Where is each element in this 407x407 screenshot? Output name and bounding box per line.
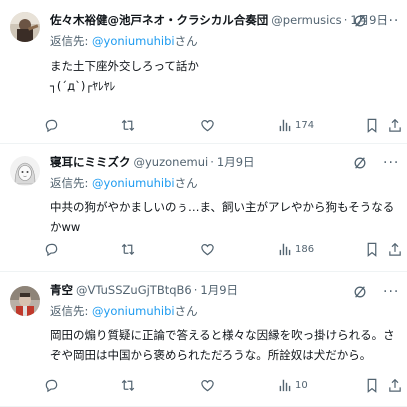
retweet-button[interactable] [120, 376, 136, 394]
action-bar: 186 [40, 240, 401, 258]
views-button[interactable]: 186 [278, 240, 314, 258]
reply-prefix: 返信先: [50, 34, 93, 48]
reply-prefix: 返信先: [50, 304, 93, 318]
retweet-icon [121, 379, 135, 391]
share-button[interactable] [388, 376, 402, 394]
avatar-image [10, 156, 40, 186]
tweet-3[interactable]: 青空 @VTuSSZuGjTBtqB6 · 1月9日 返信先: @yoniumu… [0, 272, 407, 407]
views-count: 10 [295, 379, 308, 391]
retweet-button[interactable] [120, 116, 136, 134]
more-icon[interactable]: ··· [383, 156, 399, 170]
avatar[interactable] [10, 156, 40, 186]
avatar[interactable] [10, 12, 40, 42]
reply-button[interactable] [44, 116, 59, 134]
avatar-image [10, 12, 40, 42]
user-handle[interactable]: @yuzonemui [134, 155, 209, 169]
retweet-icon [121, 119, 135, 131]
reply-mention[interactable]: @yoniumuhibi [92, 34, 175, 48]
reply-to: 返信先: @yoniumuhibiさん [50, 303, 397, 320]
views-button[interactable]: 10 [278, 376, 308, 394]
views-count: 174 [295, 119, 315, 131]
display-name[interactable]: 青空 [50, 282, 73, 298]
separator: · [343, 13, 348, 27]
bookmark-button[interactable] [366, 116, 378, 134]
tweet-header: 青空 @VTuSSZuGjTBtqB6 · 1月9日 [50, 280, 397, 300]
reply-suffix: さん [174, 304, 198, 318]
reply-suffix: さん [174, 34, 198, 48]
reply-to: 返信先: @yoniumuhibiさん [50, 33, 397, 50]
reply-button[interactable] [44, 376, 59, 394]
share-icon [389, 118, 401, 132]
reply-mention[interactable]: @yoniumuhibi [92, 304, 175, 318]
user-handle[interactable]: @VTuSSZuGjTBtqB6 [76, 283, 192, 297]
grok-icon[interactable] [353, 14, 367, 28]
bookmark-button[interactable] [366, 240, 378, 258]
tweet-date[interactable]: 1月9日 [200, 282, 238, 298]
tweet-2[interactable]: 寝耳にミミズク @yuzonemui · 1月9日 返信先: @yoniumuh… [0, 144, 407, 272]
reply-icon [45, 243, 58, 256]
retweet-button[interactable] [120, 240, 136, 258]
tweet-date[interactable]: 1月9日 [217, 154, 255, 170]
like-button[interactable] [200, 116, 215, 134]
like-button[interactable] [200, 376, 215, 394]
tweet-header: 佐々木裕健@池戸ネオ・クラシカル合奏団 @permusics · 1月9日 [50, 10, 397, 30]
tweet-text: 中共の狗がやかましいのぅ…ま、飼い主がアレやから狗もそうなるかww [50, 200, 395, 234]
display-name[interactable]: 佐々木裕健@池戸ネオ・クラシカル合奏団 [50, 12, 268, 28]
views-icon [279, 119, 291, 132]
separator: · [210, 155, 214, 169]
action-bar: 174 [40, 116, 401, 134]
tweet-text: また土下座外交しろって話か ┐(´д`)┌ﾔﾚﾔﾚ [50, 59, 199, 93]
reply-mention[interactable]: @yoniumuhibi [92, 176, 175, 190]
views-button[interactable]: 174 [278, 116, 314, 134]
grok-icon[interactable] [353, 156, 367, 170]
views-icon [279, 243, 291, 256]
reply-suffix: さん [174, 176, 198, 190]
tweet-header: 寝耳にミミズク @yuzonemui · 1月9日 [50, 152, 397, 172]
bookmark-icon [367, 378, 377, 393]
bookmark-icon [367, 118, 377, 133]
separator: · [193, 283, 198, 297]
reply-to: 返信先: @yoniumuhibiさん [50, 175, 397, 192]
reply-prefix: 返信先: [50, 176, 93, 190]
like-icon [201, 243, 214, 255]
reply-icon [45, 379, 58, 392]
like-icon [201, 119, 214, 131]
reply-icon [45, 119, 58, 132]
action-bar: 10 [40, 376, 401, 394]
share-icon [389, 378, 401, 392]
more-icon[interactable]: ··· [383, 14, 399, 28]
more-icon[interactable]: ··· [383, 285, 399, 299]
bookmark-button[interactable] [366, 376, 378, 394]
views-count: 186 [295, 243, 315, 255]
share-icon [389, 242, 401, 256]
retweet-icon [121, 243, 135, 255]
share-button[interactable] [388, 116, 402, 134]
views-icon [279, 379, 291, 392]
share-button[interactable] [388, 240, 402, 258]
bookmark-icon [367, 242, 377, 257]
display-name[interactable]: 寝耳にミミズク [50, 154, 131, 170]
tweet-text: 岡田の煽り質疑に正論で答えると様々な因縁を吹っ掛けられる。さぞや岡田は中国から褒… [50, 328, 395, 362]
like-icon [201, 379, 214, 391]
reply-button[interactable] [44, 240, 59, 258]
tweet-1[interactable]: 佐々木裕健@池戸ネオ・クラシカル合奏団 @permusics · 1月9日 返信… [0, 0, 407, 144]
grok-icon[interactable] [353, 285, 367, 299]
like-button[interactable] [200, 240, 215, 258]
user-handle[interactable]: @permusics [271, 13, 341, 27]
avatar-image [10, 286, 40, 316]
avatar[interactable] [10, 286, 40, 316]
